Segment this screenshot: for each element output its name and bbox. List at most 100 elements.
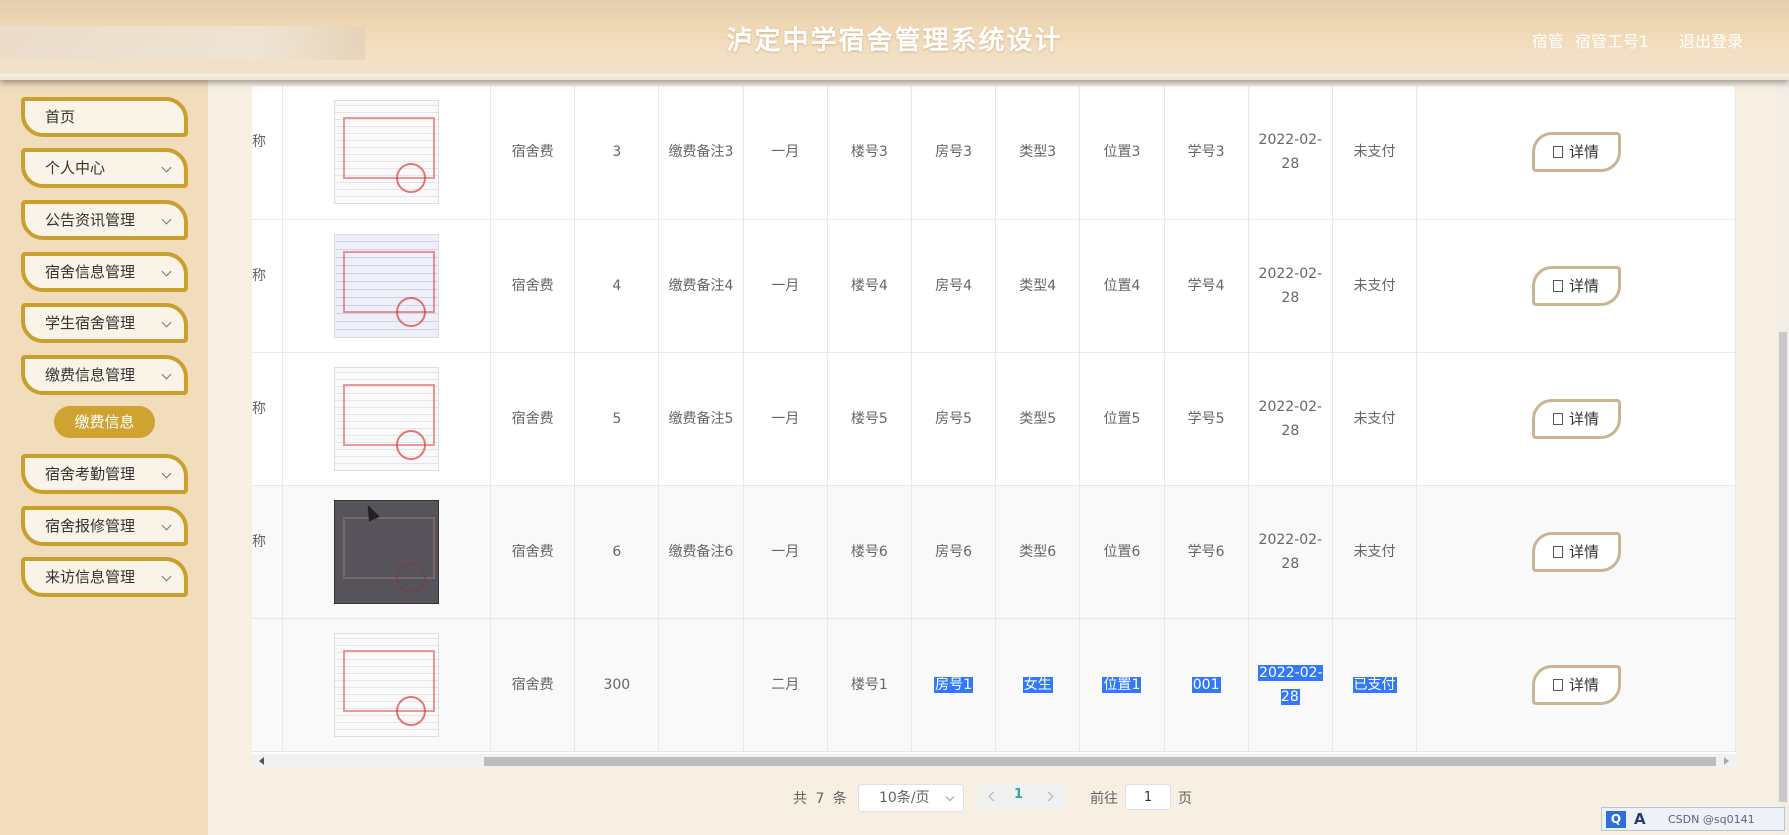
cell-student-id: 学号4: [1187, 277, 1225, 294]
sidebar-item-announcements[interactable]: 公告资讯管理: [21, 200, 188, 240]
chevron-down-icon: [161, 266, 172, 277]
cell-room-type: 类型5: [1019, 410, 1057, 427]
logout-button[interactable]: 退出登录: [1679, 28, 1743, 52]
sidebar-item-visitors[interactable]: 来访信息管理: [21, 557, 188, 597]
chevron-up-icon: [161, 369, 172, 380]
cell-month: 一月: [771, 543, 800, 560]
app-title: 泸定中学宿舍管理系统设计: [726, 26, 1063, 56]
cell-remark: 缴费备注5: [668, 410, 734, 427]
page-unit-label: 页: [1178, 791, 1192, 807]
page-nav: 1: [978, 784, 1066, 810]
cell-room: 房号6: [935, 543, 973, 560]
sidebar-item-payment-info[interactable]: 缴费信息管理: [21, 355, 188, 395]
cell-fee-type: 宿舍费: [511, 410, 554, 427]
table-row: 称 宿舍费 4 缴费备注4 一月 楼号4 房号4 类型4 位置4 学号4 202…: [252, 219, 1736, 353]
cell-room: 房号1: [934, 676, 974, 693]
watermark-text: CSDN @sq0141: [1668, 813, 1755, 826]
sidebar-item-repairs[interactable]: 宿舍报修管理: [21, 506, 188, 546]
sidebar-subitem-payment-info[interactable]: 缴费信息: [54, 406, 155, 438]
cell-room-type: 类型6: [1019, 543, 1057, 560]
q-icon[interactable]: Q: [1606, 811, 1626, 828]
receipt-image[interactable]: [333, 366, 439, 471]
detail-button[interactable]: 详情: [1531, 664, 1621, 705]
current-page[interactable]: 1: [1014, 787, 1023, 802]
table-row: 称 宿舍费 3 缴费备注3 一月 楼号3 房号3 类型3 位置3 学号3 202…: [252, 86, 1736, 220]
detail-button[interactable]: 详情: [1531, 132, 1621, 173]
scrollbar-thumb[interactable]: [484, 757, 1716, 766]
cell-position: 位置1: [1102, 676, 1142, 693]
cell-fee-type: 宿舍费: [511, 543, 554, 560]
receipt-image[interactable]: [333, 499, 439, 604]
cell-status: 未支付: [1353, 277, 1396, 294]
chevron-down-icon: [945, 792, 955, 802]
cell-building: 楼号5: [850, 410, 888, 427]
goto-label: 前往: [1090, 791, 1118, 807]
next-page-button[interactable]: [1042, 788, 1060, 806]
total-count: 共 7 条: [793, 788, 849, 808]
detail-button[interactable]: 详情: [1531, 531, 1621, 572]
receipt-image[interactable]: [333, 632, 439, 737]
receipt-image[interactable]: [333, 233, 439, 338]
cell-amount: 5: [612, 410, 622, 427]
receipt-image[interactable]: [333, 100, 439, 205]
sidebar-item-attendance[interactable]: 宿舍考勤管理: [21, 454, 188, 494]
sidebar-item-personal-center[interactable]: 个人中心: [21, 148, 188, 188]
cell-student-id: 学号6: [1187, 543, 1225, 560]
chevron-down-icon: [161, 317, 172, 328]
table-row: 称 宿舍费 5 缴费备注5 一月 楼号5 房号5 类型5 位置5 学号5 202…: [252, 352, 1736, 486]
cell-month: 一月: [771, 277, 800, 294]
cell-room: 房号4: [935, 277, 973, 294]
prev-page-button[interactable]: [984, 788, 1002, 806]
current-user: 宿管 宿管工号1: [1526, 28, 1649, 52]
sidebar-item-dorm-info[interactable]: 宿舍信息管理: [21, 252, 188, 292]
cell-room: 房号5: [935, 410, 973, 427]
sidebar-item-label: 来访信息管理: [45, 568, 136, 586]
cell-building: 楼号4: [850, 277, 888, 294]
total-prefix: 共: [793, 791, 809, 807]
document-icon: [1553, 545, 1564, 558]
cell-month: 一月: [771, 410, 800, 427]
table-row: 宿舍费 300 二月 楼号1 房号1 女生 位置1 001 2022-02-28…: [252, 618, 1736, 752]
cell-name: 称: [252, 134, 266, 150]
detail-button-label: 详情: [1569, 276, 1600, 295]
sidebar-item-label: 个人中心: [45, 159, 106, 177]
cell-position: 位置5: [1103, 410, 1141, 427]
scrollbar-thumb[interactable]: [1779, 332, 1787, 802]
detail-button[interactable]: 详情: [1531, 265, 1621, 306]
cell-fee-type: 宿舍费: [511, 676, 554, 693]
sidebar-item-home[interactable]: 首页: [21, 97, 188, 137]
sidebar-item-student-dorm[interactable]: 学生宿舍管理: [21, 303, 188, 343]
cell-position: 位置4: [1103, 277, 1141, 294]
cell-date: 2022-02-28: [1258, 664, 1323, 705]
sidebar-item-label: 宿舍信息管理: [45, 263, 136, 281]
cell-remark: 缴费备注4: [668, 277, 734, 294]
sidebar-item-label: 学生宿舍管理: [45, 314, 136, 332]
sidebar-item-label: 首页: [45, 108, 76, 126]
page-size-select[interactable]: 10条/页: [858, 784, 964, 812]
pagination: 共 7 条 10条/页 1 前往 页: [208, 782, 1789, 812]
vertical-scrollbar[interactable]: [1777, 80, 1789, 835]
cell-amount: 3: [612, 144, 622, 161]
font-icon[interactable]: A: [1634, 808, 1646, 830]
goto-page-input[interactable]: [1125, 784, 1171, 810]
cell-room-type: 女生: [1022, 676, 1053, 693]
cell-room-type: 类型4: [1019, 277, 1057, 294]
horizontal-scrollbar[interactable]: [252, 754, 1736, 768]
document-icon: [1553, 146, 1564, 159]
cell-amount: 4: [612, 277, 622, 294]
main-content: 称 宿舍费 3 缴费备注3 一月 楼号3 房号3 类型3 位置3 学号3 202…: [208, 80, 1789, 835]
sidebar-item-label: 公告资讯管理: [45, 211, 136, 229]
page-size-value: 10条/页: [879, 790, 930, 806]
document-icon: [1553, 279, 1564, 292]
chevron-down-icon: [161, 214, 172, 225]
cell-name: 称: [252, 400, 266, 417]
detail-button[interactable]: 详情: [1531, 398, 1621, 439]
cell-fee-type: 宿舍费: [511, 144, 554, 161]
cell-date: 2022-02-28: [1258, 132, 1323, 173]
user-role: 宿管: [1531, 32, 1564, 51]
cell-building: 楼号3: [850, 144, 888, 161]
scroll-right-icon[interactable]: [1724, 757, 1729, 765]
sidebar-item-label: 宿舍报修管理: [45, 517, 136, 535]
cell-remark: 缴费备注3: [668, 144, 734, 161]
scroll-left-icon[interactable]: [259, 757, 264, 765]
